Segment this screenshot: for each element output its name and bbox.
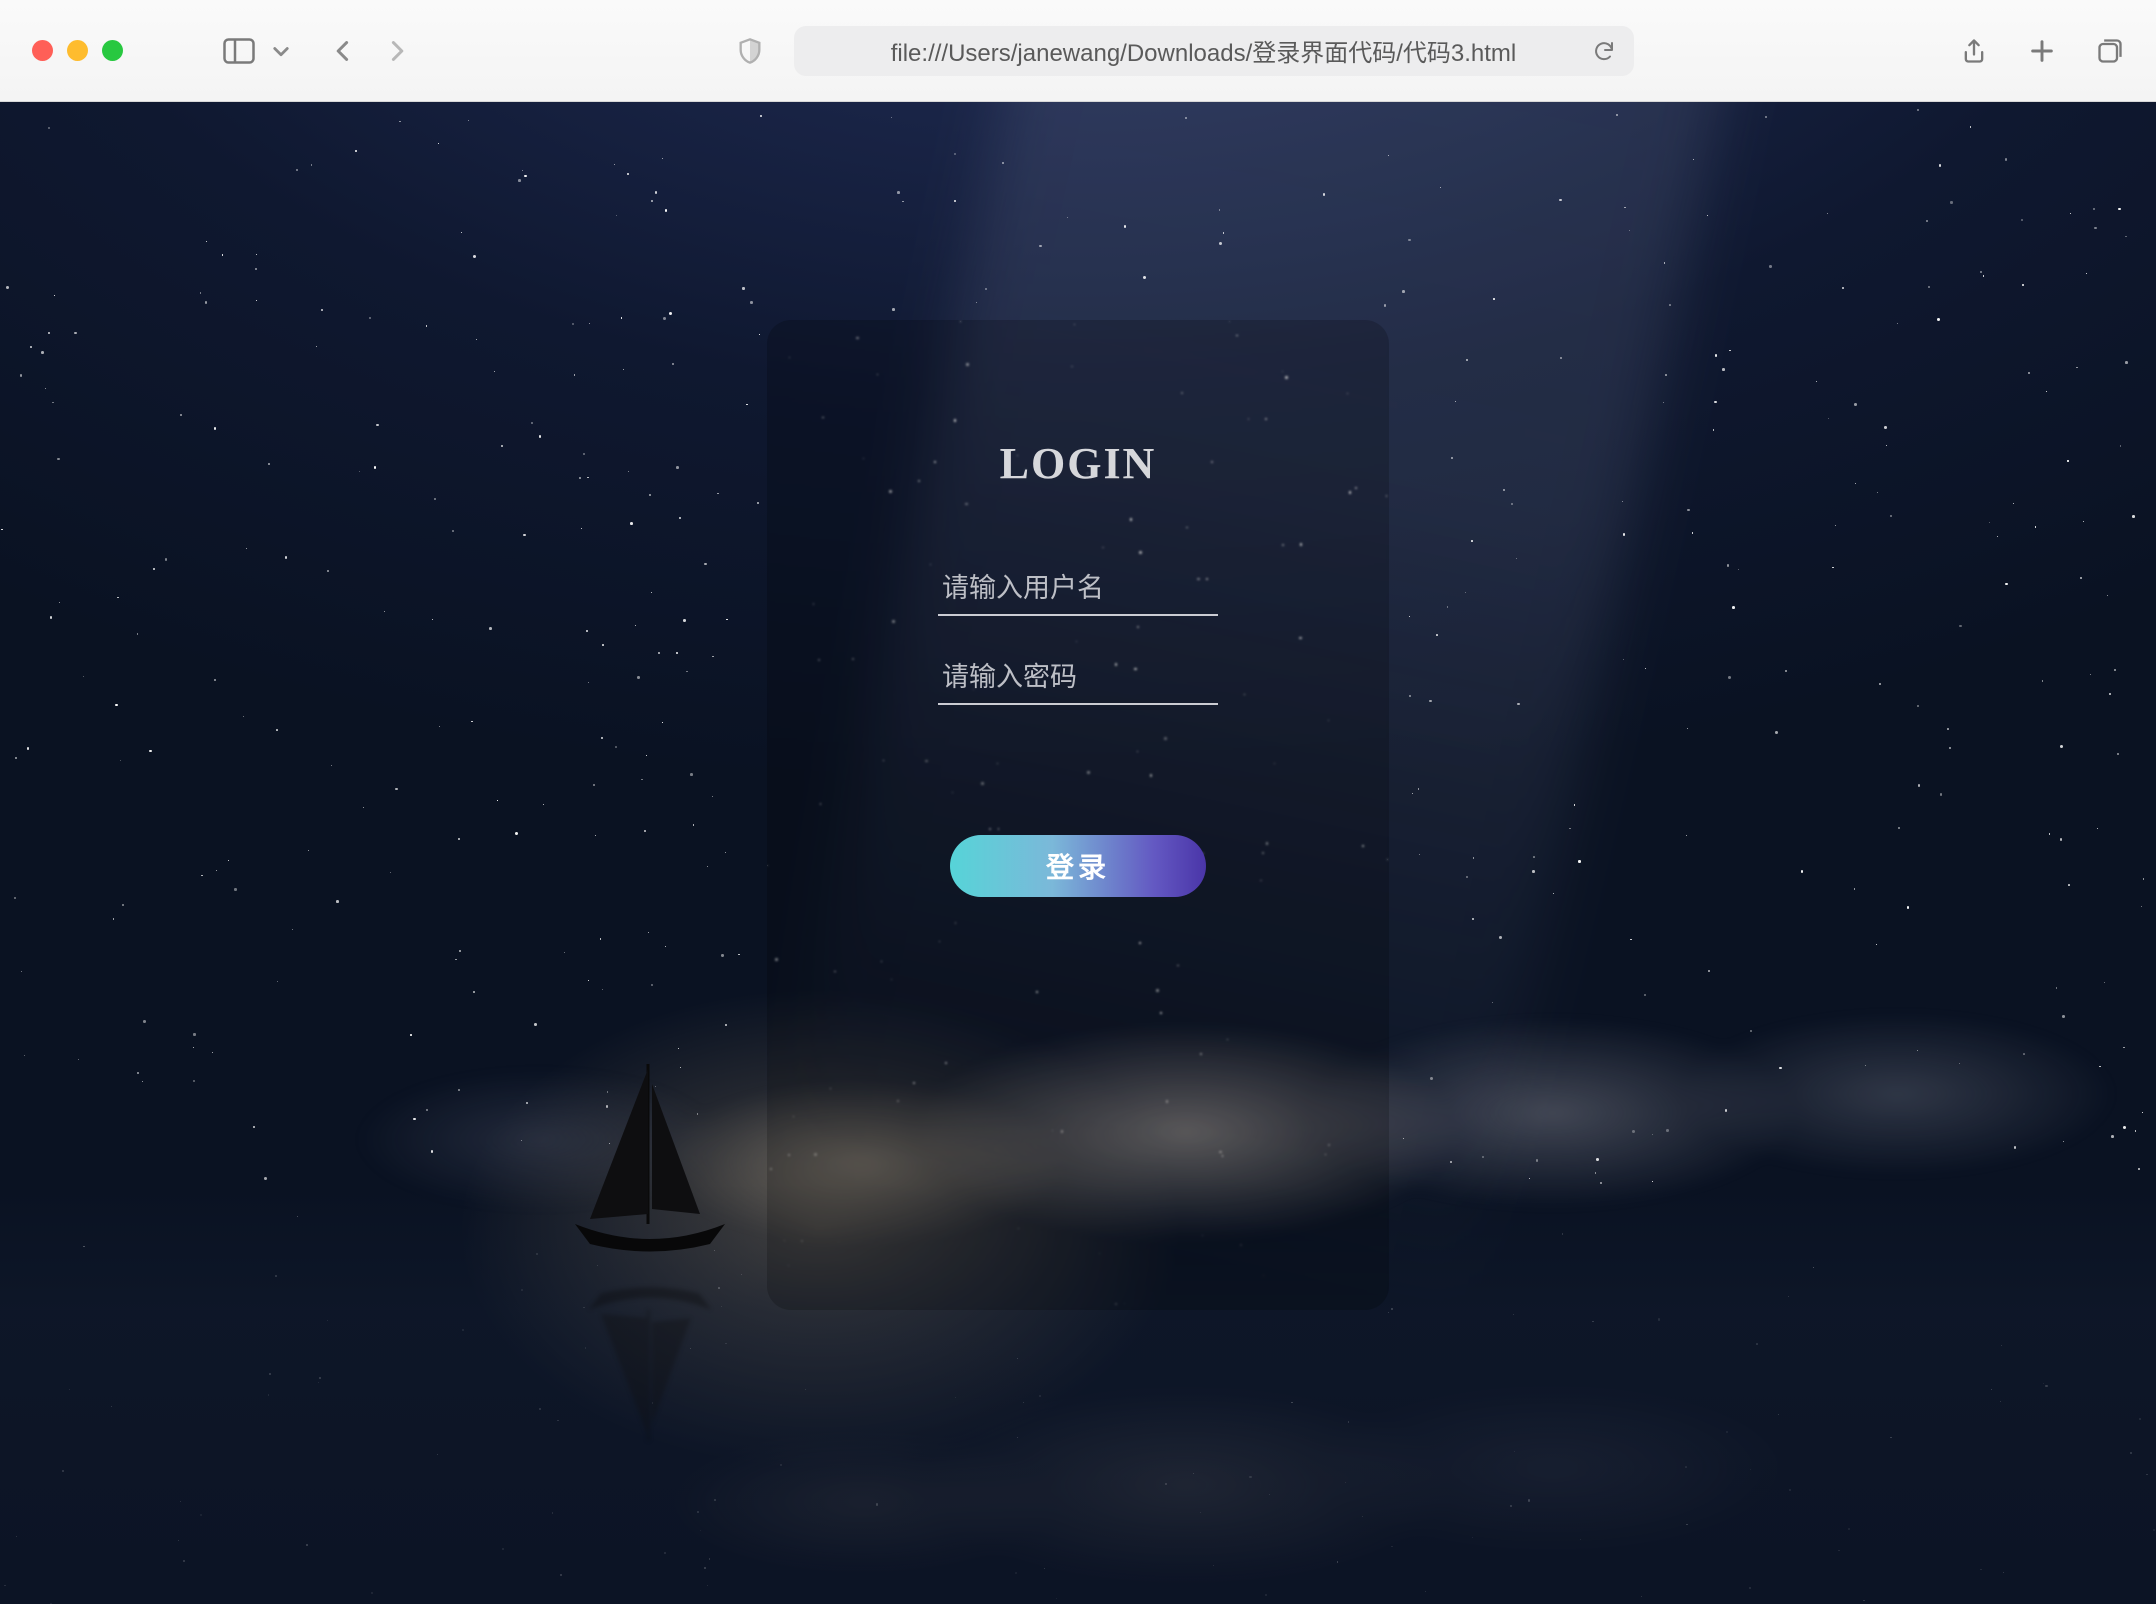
chevron-left-icon — [331, 39, 355, 63]
chevron-down-icon — [271, 41, 291, 61]
window-controls — [32, 40, 123, 61]
login-title: LOGIN — [1000, 438, 1157, 489]
shield-icon — [736, 37, 764, 65]
plus-icon — [2028, 37, 2056, 65]
login-card: LOGIN 登录 — [767, 320, 1389, 1310]
sidebar-toggle-button[interactable] — [223, 38, 255, 64]
sidebar-dropdown-button[interactable] — [271, 41, 291, 61]
url-text: file:///Users/janewang/Downloads/登录界面代码/… — [891, 33, 1517, 68]
window-minimize-button[interactable] — [67, 40, 88, 61]
password-input[interactable] — [938, 652, 1218, 705]
new-tab-button[interactable] — [2028, 37, 2056, 65]
page-viewport: LOGIN 登录 — [0, 102, 2156, 1604]
navigation-arrows — [331, 39, 409, 63]
window-close-button[interactable] — [32, 40, 53, 61]
address-bar[interactable]: file:///Users/janewang/Downloads/登录界面代码/… — [794, 26, 1634, 76]
tab-overview-icon — [2096, 37, 2124, 65]
username-field-wrap — [938, 563, 1218, 616]
browser-toolbar: file:///Users/janewang/Downloads/登录界面代码/… — [0, 0, 2156, 102]
share-button[interactable] — [1960, 37, 1988, 65]
back-button[interactable] — [331, 39, 355, 63]
forward-button[interactable] — [385, 39, 409, 63]
sidebar-icon — [223, 38, 255, 64]
chevron-right-icon — [385, 39, 409, 63]
privacy-shield-button[interactable] — [736, 37, 764, 65]
login-submit-button[interactable]: 登录 — [950, 835, 1206, 897]
sailboat-reflection-decoration — [560, 1269, 740, 1449]
password-field-wrap — [938, 652, 1218, 705]
reload-icon — [1592, 39, 1616, 63]
share-icon — [1960, 37, 1988, 65]
reload-button[interactable] — [1592, 39, 1616, 63]
username-input[interactable] — [938, 563, 1218, 616]
sailboat-decoration — [560, 1054, 740, 1274]
window-maximize-button[interactable] — [102, 40, 123, 61]
tab-overview-button[interactable] — [2096, 37, 2124, 65]
